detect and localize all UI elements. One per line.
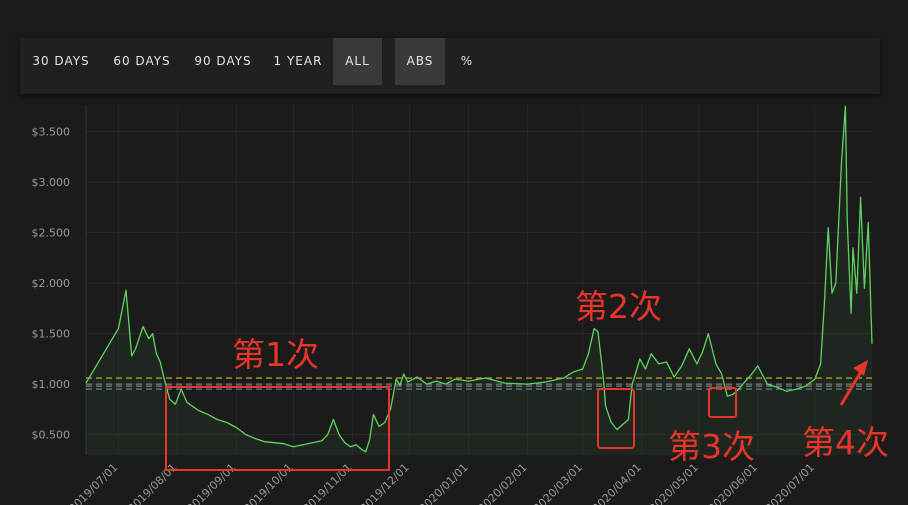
x-tick-label: 2020/06/01: [706, 461, 760, 505]
x-tick-label: 2019/11/01: [301, 461, 355, 505]
y-tick-label: $3.000: [32, 176, 71, 189]
annotation-label-1: 第1次: [232, 335, 319, 374]
x-tick-label: 2020/03/01: [531, 461, 585, 505]
y-tick-label: $2.500: [32, 227, 71, 240]
x-tick-label: 2019/07/01: [66, 461, 120, 505]
x-tick-label: 2019/12/01: [358, 461, 412, 505]
x-tick-label: 2020/07/01: [763, 461, 817, 505]
y-tick-label: $0.500: [32, 429, 71, 442]
annotation-label-3: 第3次: [668, 427, 755, 466]
x-tick-label: 2020/04/01: [590, 461, 644, 505]
price-line-chart: $0.500 $1.000 $1.500 $2.000 $2.500 $3.000 $3.5…: [32, 105, 889, 505]
x-tick-label: 2020/02/01: [476, 461, 530, 505]
x-tick-label: 2019/08/01: [125, 461, 179, 505]
annotation-label-2: 第2次: [575, 287, 662, 326]
y-tick-label: $2.000: [32, 277, 71, 290]
x-tick-label: 2020/01/01: [417, 461, 471, 505]
y-tick-label: $1.000: [32, 378, 71, 391]
y-tick-label: $3.500: [32, 126, 71, 139]
x-tick-label: 2020/05/01: [647, 461, 701, 505]
x-tick-label: 2019/10/01: [242, 461, 296, 505]
series-area: [86, 106, 872, 456]
annotation-label-4: 第4次: [802, 423, 889, 462]
y-tick-label: $1.500: [32, 328, 71, 341]
x-tick-label: 2019/09/01: [184, 461, 238, 505]
